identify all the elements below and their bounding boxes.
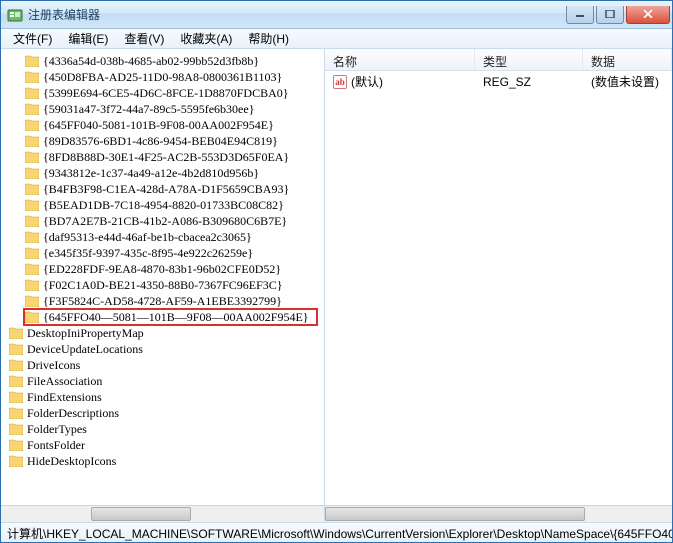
tree-item[interactable]: {9343812e-1c37-4a49-a12e-4b2d810d956b} <box>1 165 324 181</box>
statusbar: 计算机\HKEY_LOCAL_MACHINE\SOFTWARE\Microsof… <box>1 522 672 542</box>
tree-item-label: {daf95313-e44d-46af-be1b-cbacea2c3065} <box>43 230 252 245</box>
window-buttons <box>566 6 670 24</box>
tree-item-label: {4336a54d-038b-4685-ab02-99bb52d3fb8b} <box>43 54 259 69</box>
tree-item-label: DeviceUpdateLocations <box>27 342 143 357</box>
tree-item[interactable]: {59031a47-3f72-44a7-89c5-5595fe6b30ee} <box>1 101 324 117</box>
col-type[interactable]: 类型 <box>475 49 583 70</box>
tree-item-label: {ED228FDF-9EA8-4870-83b1-96b02CFE0D52} <box>43 262 281 277</box>
workspace: {4336a54d-038b-4685-ab02-99bb52d3fb8b}{4… <box>1 49 672 522</box>
tree-item-label: FolderDescriptions <box>27 406 119 421</box>
tree-item[interactable]: {645FFO40—5081—101B—9F08—00AA002F954E} <box>1 309 324 325</box>
tree-item-label: FindExtensions <box>27 390 102 405</box>
list-body[interactable]: ab (默认) REG_SZ (数值未设置) <box>325 71 672 505</box>
col-data[interactable]: 数据 <box>583 49 672 70</box>
tree-item[interactable]: {F02C1A0D-BE21-4350-88B0-7367FC96EF3C} <box>1 277 324 293</box>
list-row[interactable]: ab (默认) REG_SZ (数值未设置) <box>325 71 672 89</box>
string-value-icon: ab <box>333 75 347 89</box>
maximize-button[interactable] <box>596 6 624 24</box>
tree-item-label: {e345f35f-9397-435c-8f95-4e922c26259e} <box>43 246 253 261</box>
tree-item[interactable]: {645FF040-5081-101B-9F08-00AA002F954E} <box>1 117 324 133</box>
close-icon <box>643 10 653 18</box>
titlebar[interactable]: 注册表编辑器 <box>1 1 672 29</box>
tree-item-label: DriveIcons <box>27 358 80 373</box>
tree-item-label: {F02C1A0D-BE21-4350-88B0-7367FC96EF3C} <box>43 278 283 293</box>
column-headers: 名称 类型 数据 <box>325 49 672 71</box>
tree-item[interactable]: {ED228FDF-9EA8-4870-83b1-96b02CFE0D52} <box>1 261 324 277</box>
value-name: (默认) <box>351 73 383 90</box>
minimize-icon <box>575 10 585 18</box>
cell-data: (数值未设置) <box>583 73 672 90</box>
tree-item-label: FolderTypes <box>27 422 87 437</box>
tree-item-label: {B4FB3F98-C1EA-428d-A78A-D1F5659CBA93} <box>43 182 289 197</box>
tree-item[interactable]: {450D8FBA-AD25-11D0-98A8-0800361B1103} <box>1 69 324 85</box>
tree-item[interactable]: {daf95313-e44d-46af-be1b-cbacea2c3065} <box>1 229 324 245</box>
tree-item-label: {BD7A2E7B-21CB-41b2-A086-B309680C6B7E} <box>43 214 287 229</box>
tree-item-label: {450D8FBA-AD25-11D0-98A8-0800361B1103} <box>43 70 282 85</box>
tree-item-label: {F3F5824C-AD58-4728-AF59-A1EBE3392799} <box>43 294 282 309</box>
tree-item-label: {89D83576-6BD1-4c86-9454-BEB04E94C819} <box>43 134 278 149</box>
list-hscrollbar[interactable] <box>325 505 672 522</box>
tree-item[interactable]: {89D83576-6BD1-4c86-9454-BEB04E94C819} <box>1 133 324 149</box>
minimize-button[interactable] <box>566 6 594 24</box>
tree-item[interactable]: {8FD8B88D-30E1-4F25-AC2B-553D3D65F0EA} <box>1 149 324 165</box>
menu-favorites[interactable]: 收藏夹(A) <box>172 28 240 49</box>
tree-item[interactable]: FindExtensions <box>1 389 324 405</box>
tree-item-label: {5399E694-6CE5-4D6C-8FCE-1D8870FDCBA0} <box>43 86 289 101</box>
tree-item[interactable]: FontsFolder <box>1 437 324 453</box>
menu-view[interactable]: 查看(V) <box>116 28 172 49</box>
tree-item[interactable]: HideDesktopIcons <box>1 453 324 469</box>
cell-type: REG_SZ <box>475 75 583 89</box>
tree-item-label: {645FF040-5081-101B-9F08-00AA002F954E} <box>43 118 274 133</box>
tree-pane: {4336a54d-038b-4685-ab02-99bb52d3fb8b}{4… <box>1 49 325 522</box>
tree-item-label: {645FFO40—5081—101B—9F08—00AA002F954E} <box>43 310 309 325</box>
menu-edit[interactable]: 编辑(E) <box>60 28 116 49</box>
regedit-window: 注册表编辑器 文件(F) 编辑(E) 查看(V) 收藏夹(A) 帮助(H) {4… <box>0 0 673 543</box>
tree-item[interactable]: DeviceUpdateLocations <box>1 341 324 357</box>
tree-item[interactable]: {5399E694-6CE5-4D6C-8FCE-1D8870FDCBA0} <box>1 85 324 101</box>
tree-item[interactable]: {B4FB3F98-C1EA-428d-A78A-D1F5659CBA93} <box>1 181 324 197</box>
menubar: 文件(F) 编辑(E) 查看(V) 收藏夹(A) 帮助(H) <box>1 29 672 49</box>
menu-file[interactable]: 文件(F) <box>5 28 60 49</box>
tree-item-label: FileAssociation <box>27 374 102 389</box>
tree-item[interactable]: FolderDescriptions <box>1 405 324 421</box>
tree-hscrollbar[interactable] <box>1 505 324 522</box>
app-icon <box>7 7 23 23</box>
scrollbar-thumb[interactable] <box>325 507 585 521</box>
col-name[interactable]: 名称 <box>325 49 475 70</box>
cell-name: ab (默认) <box>325 73 475 90</box>
tree-item-label: {B5EAD1DB-7C18-4954-8820-01733BC08C82} <box>43 198 284 213</box>
tree-item[interactable]: {e345f35f-9397-435c-8f95-4e922c26259e} <box>1 245 324 261</box>
tree-item[interactable]: FolderTypes <box>1 421 324 437</box>
tree-item-label: HideDesktopIcons <box>27 454 116 469</box>
tree-item[interactable]: DesktopIniPropertyMap <box>1 325 324 341</box>
tree-item[interactable]: FileAssociation <box>1 373 324 389</box>
tree-item[interactable]: {B5EAD1DB-7C18-4954-8820-01733BC08C82} <box>1 197 324 213</box>
list-pane: 名称 类型 数据 ab (默认) REG_SZ (数值未设置) <box>325 49 672 522</box>
tree-item-label: {9343812e-1c37-4a49-a12e-4b2d810d956b} <box>43 166 259 181</box>
maximize-icon <box>605 10 615 18</box>
tree-item[interactable]: {4336a54d-038b-4685-ab02-99bb52d3fb8b} <box>1 53 324 69</box>
scrollbar-thumb[interactable] <box>91 507 191 521</box>
window-title: 注册表编辑器 <box>28 6 566 23</box>
tree-view[interactable]: {4336a54d-038b-4685-ab02-99bb52d3fb8b}{4… <box>1 49 324 505</box>
tree-item-label: FontsFolder <box>27 438 85 453</box>
tree-item-label: {59031a47-3f72-44a7-89c5-5595fe6b30ee} <box>43 102 254 117</box>
close-button[interactable] <box>626 6 670 24</box>
tree-item-label: DesktopIniPropertyMap <box>27 326 144 341</box>
tree-item-label: {8FD8B88D-30E1-4F25-AC2B-553D3D65F0EA} <box>43 150 289 165</box>
menu-help[interactable]: 帮助(H) <box>240 28 297 49</box>
tree-item[interactable]: {BD7A2E7B-21CB-41b2-A086-B309680C6B7E} <box>1 213 324 229</box>
tree-item[interactable]: DriveIcons <box>1 357 324 373</box>
tree-item[interactable]: {F3F5824C-AD58-4728-AF59-A1EBE3392799} <box>1 293 324 309</box>
